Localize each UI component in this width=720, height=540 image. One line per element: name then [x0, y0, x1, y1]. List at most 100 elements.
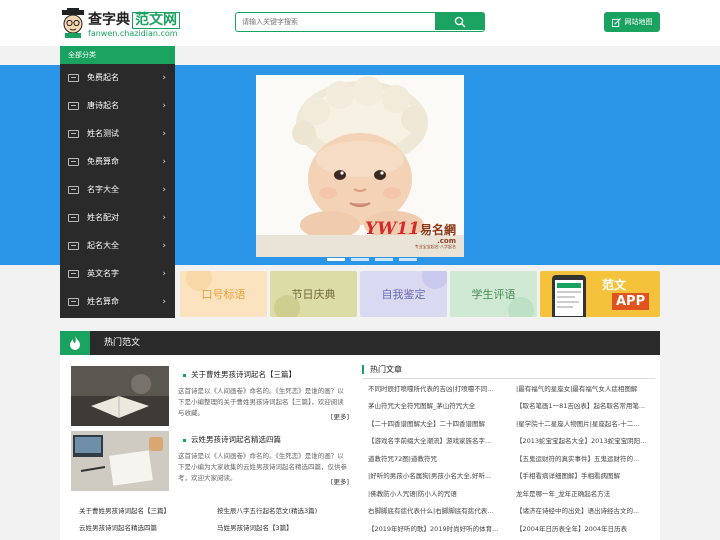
article-link[interactable]: 【取名笔画1一81吉凶表】起名取名常用笔...: [516, 400, 658, 410]
essay-link[interactable]: 马姓男孩诗词起名【3篇】: [217, 522, 293, 532]
search-button[interactable]: [435, 13, 484, 30]
sidebar-item-label: 起名大全: [87, 241, 119, 250]
hot-articles: 热门文章 不同时辰打喷嚏所代表的吉凶|打喷嚏不同... |最有福气的星座女|最有…: [362, 365, 655, 533]
category-icon: [68, 186, 79, 194]
card-festivals[interactable]: 节日庆典: [270, 271, 357, 317]
banner-dot[interactable]: [399, 258, 417, 261]
article-link[interactable]: |佛教防小人咒语|防小人的咒语: [368, 488, 510, 498]
watermark-logo: YW11易名網 .com 专业宝宝起名·八字起名: [365, 221, 456, 249]
article-link[interactable]: 【2019年好听的歌】2019时尚好听的体育...: [368, 523, 510, 533]
section-title: 热门范文: [104, 338, 141, 348]
search-icon: [454, 16, 465, 27]
category-icon: [68, 270, 79, 278]
article-link[interactable]: 【五鬼运财符的真实事件】五鬼运财符的...: [516, 453, 658, 463]
post-thumbnail[interactable]: [71, 431, 169, 491]
search-input[interactable]: [236, 13, 436, 30]
post-item[interactable]: 云姓男孩诗词起名精选四篇 这首诗是以《人间画卷》命名的。《生死恋》是谁的画？以下…: [71, 431, 351, 491]
sidebar-item-name-fortune[interactable]: 姓名算命 ›: [60, 288, 175, 316]
post-title[interactable]: 关于曹姓男孩诗词起名【三篇】: [183, 369, 296, 380]
category-icon: [68, 130, 79, 138]
chevron-right-icon: ›: [162, 101, 166, 111]
card-label: 自我鉴定: [381, 288, 426, 301]
watermark-cn: 易名網: [419, 223, 456, 237]
scholar-logo-icon: [62, 8, 84, 38]
book-photo: [71, 366, 169, 426]
card-app-download[interactable]: 范文 APP: [540, 271, 660, 317]
post-title[interactable]: 云姓男孩诗词起名精选四篇: [183, 434, 281, 445]
category-icon: [68, 298, 79, 306]
more-link[interactable]: [更多]: [331, 411, 349, 421]
card-slogans[interactable]: 口号标语: [180, 271, 267, 317]
card-label: 节日庆典: [291, 288, 336, 301]
post-item[interactable]: 关于曹姓男孩诗词起名【三篇】 这首诗是以《人间画卷》命名的。《生死恋》是谁的画？…: [71, 366, 351, 426]
essay-link[interactable]: 关于曹姓男孩诗词起名【三篇】: [79, 505, 170, 515]
article-link[interactable]: |最有福气的星座女|最有福气女人痣相图解: [516, 383, 658, 393]
phone-icon: [552, 275, 586, 317]
section-header: 热门范文: [60, 331, 660, 355]
article-link[interactable]: |星学院十二星座人物图片|星座起名-十二...: [516, 418, 658, 428]
sidebar-item-label: 免费算命: [87, 157, 119, 166]
sidebar-item-label: 姓名测试: [87, 129, 119, 138]
site-logo[interactable]: 查字典 范文网 fanwen.chazidian.com: [60, 7, 180, 41]
article-link[interactable]: 不同时辰打喷嚏所代表的吉凶|打喷嚏不同...: [368, 383, 510, 393]
brand-highlight: 范文网: [132, 12, 180, 29]
sidebar-item-label: 唐诗起名: [87, 101, 119, 110]
sidebar-item-english-names[interactable]: 英文名字 ›: [60, 260, 175, 288]
brand-title: 查字典 范文网: [88, 9, 180, 29]
article-link[interactable]: 【二十四香谱图解大全】二十四香谱图解: [368, 418, 510, 428]
sidebar-item-naming-collection[interactable]: 起名大全 ›: [60, 232, 175, 260]
card-self-assessment[interactable]: 自我鉴定: [360, 271, 447, 317]
sidebar-item-tang-poem-naming[interactable]: 唐诗起名 ›: [60, 92, 175, 120]
banner-dot[interactable]: [327, 258, 345, 261]
article-link[interactable]: 龙年是哪一年_龙年正确起名方法: [516, 488, 658, 498]
sidebar-item-label: 名字大全: [87, 185, 119, 194]
category-sidebar: 全部分类 免费起名 › 唐诗起名 › 姓名测试 › 免费算命 › 名字大全 › 姓名配对 ›…: [60, 46, 175, 318]
sidebar-item-names-collection[interactable]: 名字大全 ›: [60, 176, 175, 204]
essay-link[interactable]: 云姓男孩诗词起名精选四篇: [79, 522, 157, 532]
banner-dot[interactable]: [351, 258, 369, 261]
sitemap-button[interactable]: 网站地图: [604, 12, 660, 32]
more-link[interactable]: [更多]: [331, 476, 349, 486]
article-link[interactable]: 【2004年日历表全年】2004年日历表: [516, 523, 658, 533]
sidebar-item-name-test[interactable]: 姓名测试 ›: [60, 120, 175, 148]
watermark-main: YW11: [365, 219, 420, 239]
article-link[interactable]: |好听的男孩小名属狗|男孩小名大全,好听...: [368, 470, 510, 480]
brand-main: 查字典: [88, 12, 130, 28]
category-icon: [68, 102, 79, 110]
article-link[interactable]: 【诸济在诗经中的出处】语出诗经古文的...: [516, 505, 658, 515]
desk-photo: [71, 431, 169, 491]
category-cards: 口号标语 节日庆典 自我鉴定 学生评语 范文 APP: [180, 271, 660, 317]
site-header: 查字典范文网 fanwen.chazidian.com 网站地图: [0, 0, 720, 46]
category-icon: [68, 158, 79, 166]
article-link[interactable]: 茅山符咒大全符咒图解_茅山符咒大全: [368, 400, 510, 410]
banner-pagination: [327, 258, 417, 261]
banner-slide-image[interactable]: YW11易名網 .com 专业宝宝起名·八字起名: [256, 75, 464, 257]
sidebar-item-label: 姓名算命: [87, 297, 119, 306]
hot-essays-section: 热门范文 关于曹姓男孩诗词起名【三篇】 这首诗是以《人间画卷》命名的。《生死恋》…: [60, 331, 660, 540]
article-link[interactable]: 道教符咒72图|道教符咒: [368, 453, 510, 463]
card-label: 学生评语: [471, 288, 516, 301]
app-card-title: 范文: [602, 278, 627, 292]
chevron-right-icon: ›: [162, 241, 166, 251]
chevron-right-icon: ›: [162, 73, 166, 83]
watermark-sub: 专业宝宝起名·八字起名: [414, 244, 456, 249]
flame-icon: [60, 331, 90, 355]
sidebar-item-free-fortune[interactable]: 免费算命 ›: [60, 148, 175, 176]
article-link[interactable]: 【游戏名字前缀大全潮流】游戏家族名字...: [368, 435, 510, 445]
sitemap-label: 网站地图: [624, 18, 653, 26]
article-link[interactable]: 【2013蛇宝宝起名大全】2013蛇宝宝阴阳...: [516, 435, 658, 445]
chevron-right-icon: ›: [162, 185, 166, 195]
divider: [362, 378, 655, 379]
sidebar-item-name-match[interactable]: 姓名配对 ›: [60, 204, 175, 232]
post-thumbnail[interactable]: [71, 366, 169, 426]
article-link[interactable]: 【手相看病详细图解】手相看病图解: [516, 470, 658, 480]
article-link[interactable]: 右脚脚底有痣代表什么|右脚脚底有痣代表...: [368, 505, 510, 515]
card-label: 口号标语: [201, 288, 246, 301]
essay-link[interactable]: 按生辰八字五行起名范文(精选3篇): [217, 505, 317, 515]
post-desc: 这首诗是以《人间画卷》命名的。《生死恋》是谁的画？以下是小编整理的关于曹姓男孩诗…: [178, 387, 344, 417]
card-student-comments[interactable]: 学生评语: [450, 271, 537, 317]
chevron-right-icon: ›: [162, 157, 166, 167]
category-icon: [68, 242, 79, 250]
banner-dot[interactable]: [375, 258, 393, 261]
sidebar-item-free-naming[interactable]: 免费起名 ›: [60, 64, 175, 92]
